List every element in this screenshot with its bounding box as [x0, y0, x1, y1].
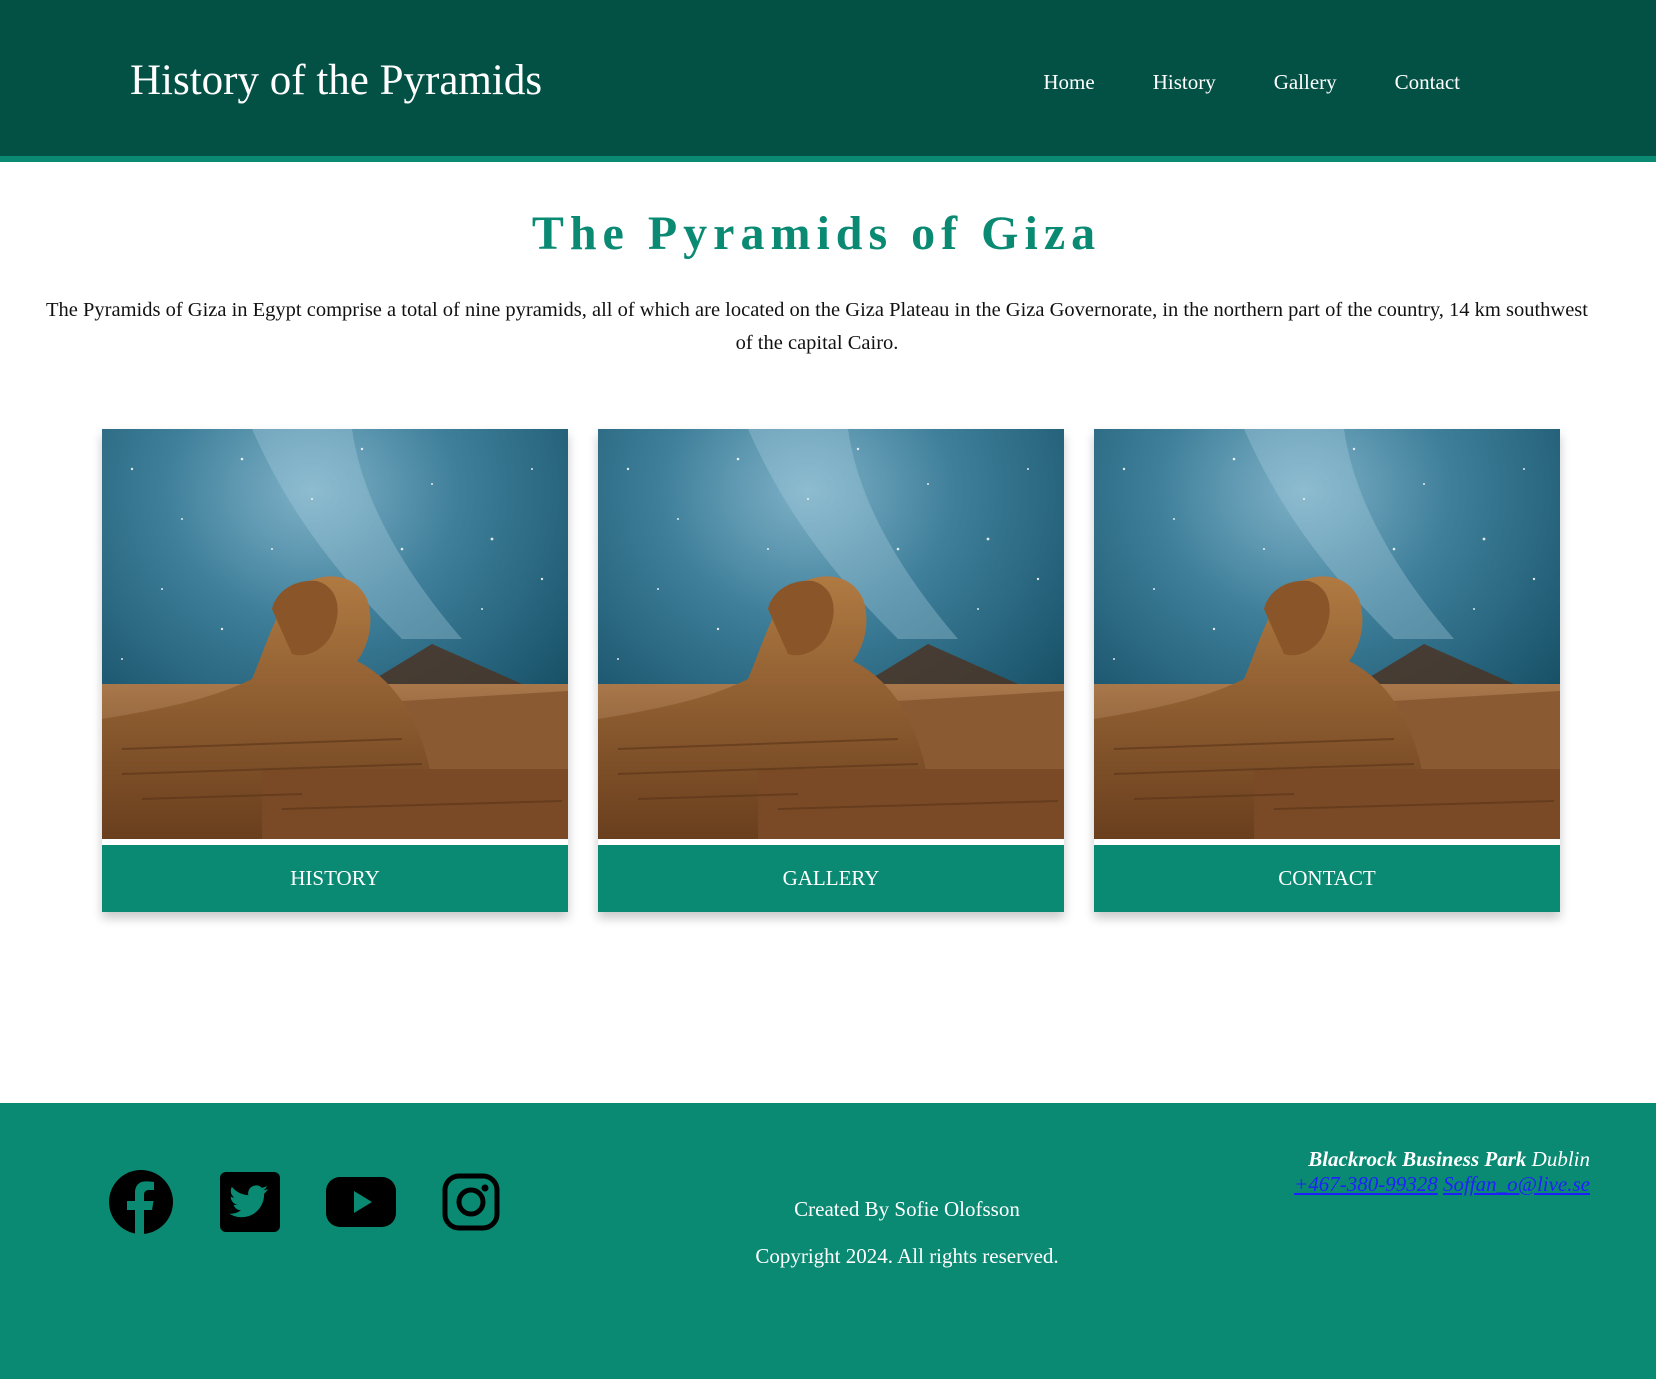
email-link[interactable]: Soffan_o@live.se	[1443, 1172, 1590, 1196]
card-label-gallery[interactable]: GALLERY	[598, 845, 1064, 912]
nav-link-home[interactable]: Home	[1043, 70, 1094, 95]
card-gallery[interactable]: GALLERY	[598, 429, 1064, 912]
page-title: The Pyramids of Giza	[531, 207, 1102, 260]
social-links	[108, 1169, 500, 1240]
nav-link-contact[interactable]: Contact	[1395, 70, 1460, 95]
sphinx-night-sky-image	[598, 429, 1064, 839]
footer-contact: Blackrock Business Park Dublin +467-380-…	[1294, 1147, 1590, 1197]
site-header: History of the Pyramids Home History Gal…	[0, 0, 1656, 162]
nav-link-gallery[interactable]: Gallery	[1274, 70, 1337, 95]
card-label-history[interactable]: HISTORY	[102, 845, 568, 912]
created-by-text: Created By Sofie Olofsson	[794, 1197, 1020, 1221]
footer-address: Blackrock Business Park Dublin	[1294, 1147, 1590, 1172]
address-city: Dublin	[1531, 1147, 1590, 1171]
site-title: History of the Pyramids	[130, 57, 543, 104]
main-nav: Home History Gallery Contact	[1043, 70, 1460, 95]
footer-credits: Created By Sofie Olofsson Copyright 2024…	[700, 1196, 1114, 1290]
intro-paragraph: The Pyramids of Giza in Egypt comprise a…	[46, 299, 1588, 354]
footer-contact-links: +467-380-99328 Soffan_o@live.se	[1294, 1172, 1590, 1197]
copyright-text: Copyright 2024. All rights reserved.	[755, 1244, 1059, 1268]
site-footer: Created By Sofie Olofsson Copyright 2024…	[0, 1103, 1656, 1379]
instagram-icon[interactable]	[442, 1173, 500, 1236]
card-contact[interactable]: CONTACT	[1094, 429, 1560, 912]
address-street: Blackrock Business Park	[1308, 1147, 1527, 1171]
phone-link[interactable]: +467-380-99328	[1294, 1172, 1438, 1196]
nav-link-history[interactable]: History	[1153, 70, 1216, 95]
card-history[interactable]: HISTORY	[102, 429, 568, 912]
facebook-icon[interactable]	[108, 1169, 174, 1240]
sphinx-night-sky-image	[1094, 429, 1560, 839]
card-label-contact[interactable]: CONTACT	[1094, 845, 1560, 912]
sphinx-night-sky-image	[102, 429, 568, 839]
twitter-icon[interactable]	[220, 1172, 280, 1237]
card-grid: HISTORY GALLERY CONTACT	[102, 429, 1560, 912]
youtube-icon[interactable]	[326, 1177, 396, 1232]
